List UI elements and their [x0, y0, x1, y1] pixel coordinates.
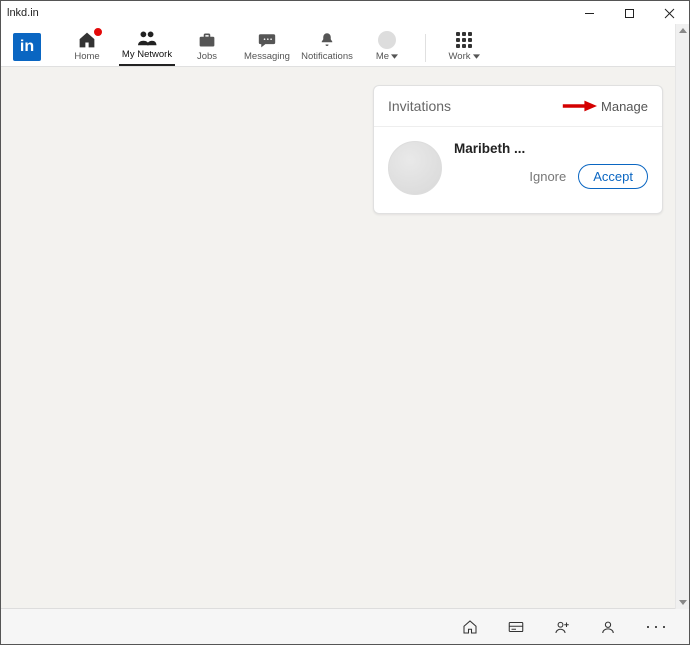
notification-badge: [93, 27, 103, 37]
maximize-button[interactable]: [609, 1, 649, 25]
invitations-heading: Invitations: [388, 98, 451, 114]
avatar-icon: [378, 30, 396, 50]
invitation-item: Maribeth ... Ignore Accept: [374, 127, 662, 213]
nav-home[interactable]: Home: [59, 30, 115, 66]
avatar[interactable]: [388, 141, 442, 195]
manage-link[interactable]: Manage: [601, 99, 648, 114]
people-icon: [136, 28, 158, 48]
bell-icon: [318, 30, 336, 50]
chat-icon: [257, 30, 277, 50]
nav-notifications[interactable]: Notifications: [299, 30, 355, 66]
bottom-bar: ···: [1, 608, 689, 644]
more-icon[interactable]: ···: [645, 616, 669, 637]
nav-label: Home: [74, 51, 99, 62]
annotation-arrow-icon: [561, 99, 597, 113]
content-area: Invitations Manage Maribeth ... Ignore A…: [1, 67, 689, 608]
vertical-scrollbar[interactable]: [675, 24, 689, 609]
top-nav: in Home My Network Jobs Messaging Notifi…: [1, 25, 689, 67]
invitations-card: Invitations Manage Maribeth ... Ignore A…: [373, 85, 663, 214]
nav-label: Me: [376, 51, 398, 62]
briefcase-icon: [197, 30, 217, 50]
home-icon: [77, 30, 97, 50]
nav-jobs[interactable]: Jobs: [179, 30, 235, 66]
window-titlebar: lnkd.in: [1, 1, 689, 25]
scroll-up-button[interactable]: [676, 24, 689, 38]
scroll-down-button[interactable]: [676, 595, 689, 609]
person-outline-icon[interactable]: [599, 618, 617, 636]
home-outline-icon[interactable]: [461, 618, 479, 636]
linkedin-logo[interactable]: in: [13, 33, 41, 61]
window-title: lnkd.in: [7, 7, 39, 19]
window-controls: [569, 1, 689, 25]
minimize-button[interactable]: [569, 1, 609, 25]
person-plus-icon[interactable]: [553, 618, 571, 636]
inviter-name[interactable]: Maribeth ...: [454, 141, 648, 156]
card-icon[interactable]: [507, 618, 525, 636]
card-header: Invitations Manage: [374, 86, 662, 127]
nav-work[interactable]: Work: [436, 30, 492, 66]
grid-icon: [456, 30, 472, 50]
nav-label: My Network: [122, 49, 172, 60]
nav-messaging[interactable]: Messaging: [239, 30, 295, 66]
nav-my-network[interactable]: My Network: [119, 28, 175, 66]
nav-label: Notifications: [301, 51, 353, 62]
nav-label: Work: [449, 51, 480, 62]
ignore-button[interactable]: Ignore: [529, 169, 566, 184]
chevron-down-icon: [391, 51, 398, 62]
close-button[interactable]: [649, 1, 689, 25]
nav-label: Jobs: [197, 51, 217, 62]
accept-button[interactable]: Accept: [578, 164, 648, 189]
chevron-down-icon: [473, 51, 480, 62]
nav-me[interactable]: Me: [359, 30, 415, 66]
nav-divider: [425, 34, 426, 62]
nav-label: Messaging: [244, 51, 290, 62]
